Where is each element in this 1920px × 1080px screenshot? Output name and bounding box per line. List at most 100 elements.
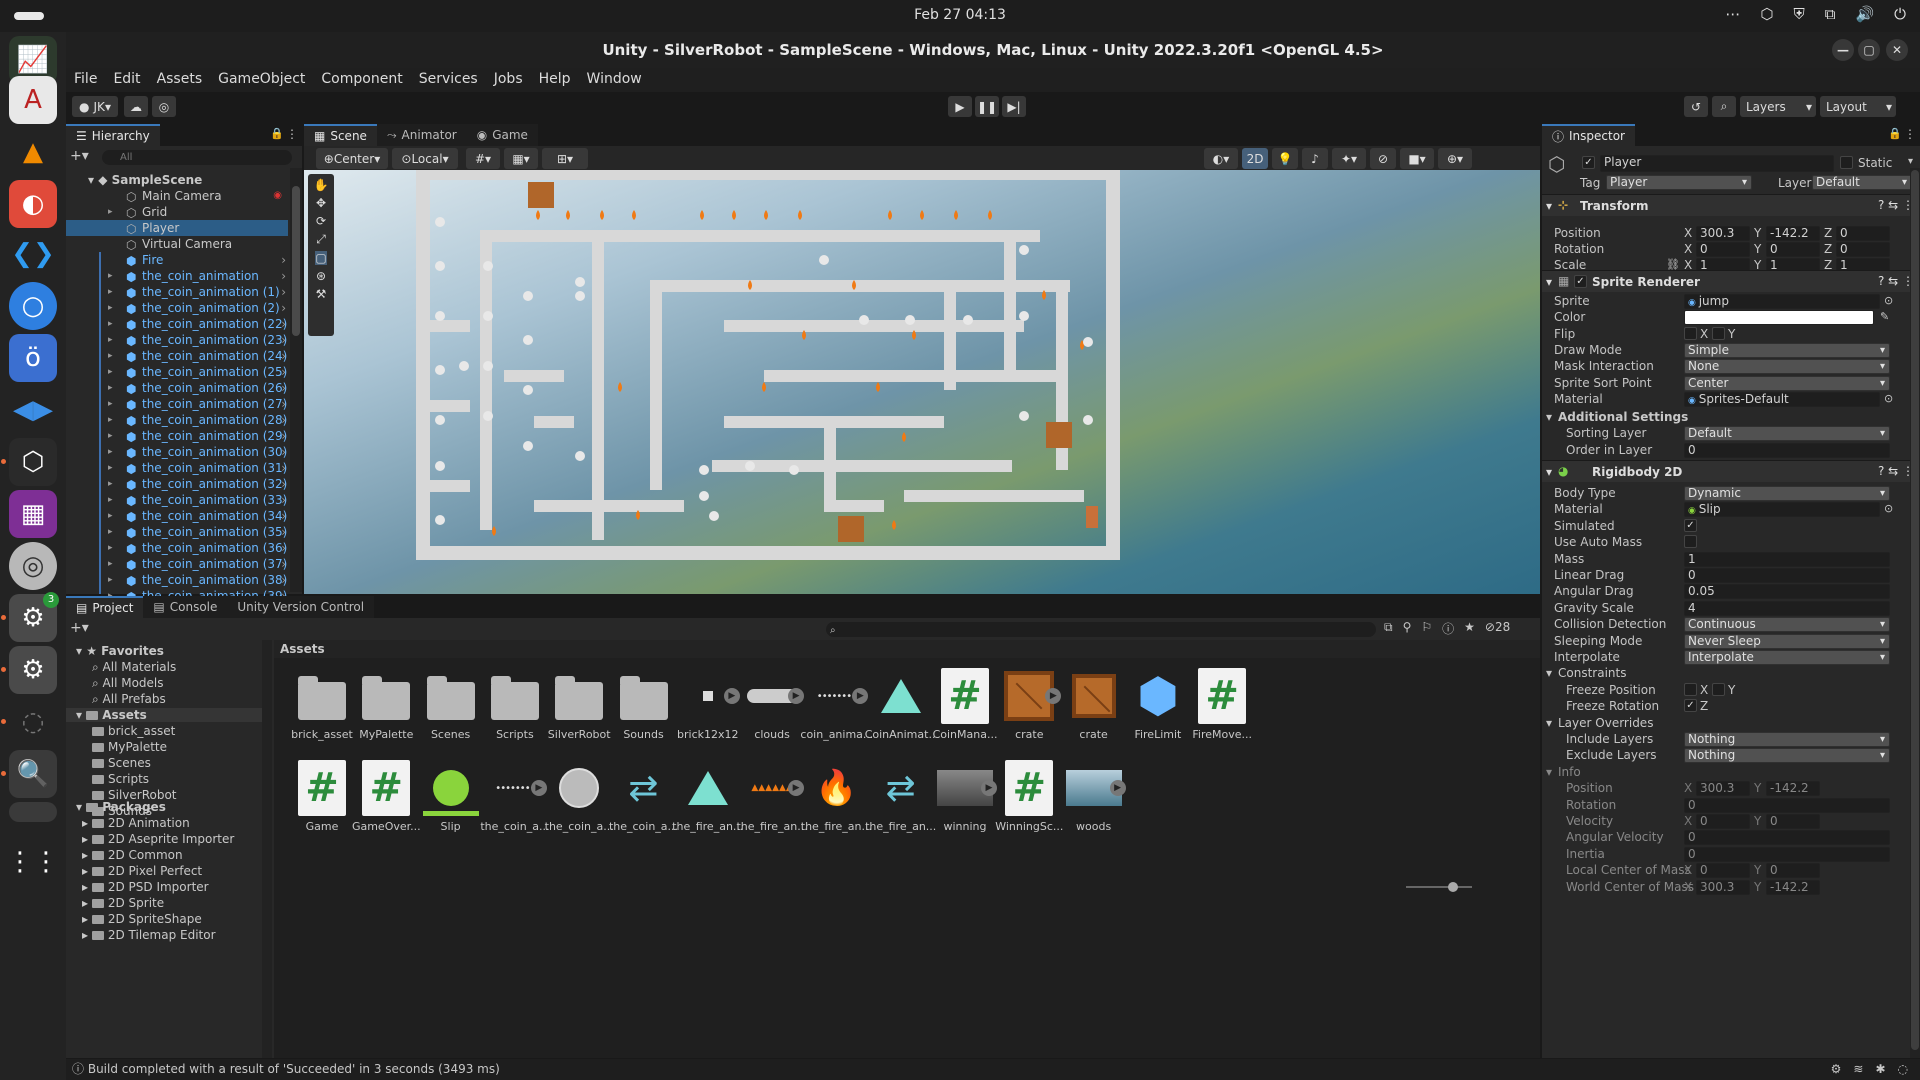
include-layers-dropdown[interactable]: Nothing — [1684, 732, 1890, 747]
favorite-item[interactable]: ⌕ All Models — [92, 676, 164, 691]
open-prefab-icon[interactable]: › — [281, 348, 286, 364]
sprite-renderer-header[interactable]: ▾ ▦ ✓ Sprite Renderer ? ⇆ ⋮ — [1542, 270, 1920, 292]
open-prefab-icon[interactable]: › — [281, 284, 286, 300]
menu-assets[interactable]: Assets — [149, 68, 211, 92]
shading-mode-icon[interactable]: ◐▾ — [1204, 148, 1238, 169]
favorite-item[interactable]: ⌕ All Prefabs — [92, 692, 166, 707]
rigidbody-field[interactable]: 1 — [1684, 551, 1890, 567]
chevron-down-icon[interactable]: ▾ — [1546, 765, 1552, 779]
asset-item[interactable]: ▶ winning — [929, 760, 1001, 842]
asset-item[interactable]: ▶ brick12x12 — [672, 668, 744, 750]
hidden-objects-icon[interactable]: ⊘ — [1370, 148, 1396, 169]
chevron-down-icon[interactable]: ▾ — [1546, 666, 1552, 680]
hand-tool-icon[interactable]: ✋ — [314, 178, 329, 192]
arrows-app-icon[interactable]: ◀▶ — [9, 386, 57, 434]
transform-tool-icon[interactable]: ⊛ — [316, 269, 326, 283]
vlc-icon[interactable]: ▲ — [9, 128, 57, 176]
info-foldout[interactable]: Info — [1558, 765, 1581, 779]
rigidbody-header[interactable]: ▾ ◕ Rigidbody 2D ? ⇆ ⋮ — [1542, 460, 1920, 482]
asset-folder-item[interactable]: brick_asset — [92, 724, 175, 738]
audio-icon[interactable]: ♪ — [1302, 148, 1328, 169]
play-icon[interactable]: ▶ — [1109, 780, 1126, 796]
expand-arrow-icon[interactable]: ▸ — [82, 832, 92, 846]
zoom-slider-thumb[interactable] — [1448, 882, 1458, 892]
sprite-renderer-field[interactable]: Center — [1684, 375, 1890, 391]
asset-item[interactable]: # GameOver... — [350, 760, 422, 842]
tab-game[interactable]: ◉ Game — [466, 124, 538, 146]
expand-arrow-icon[interactable]: ▸ — [108, 204, 113, 220]
sprite-renderer-field[interactable]: Simple — [1684, 342, 1890, 358]
open-prefab-icon[interactable]: › — [281, 508, 286, 524]
expand-arrow-icon[interactable]: ▸ — [108, 412, 113, 428]
asset-folder-item[interactable]: MyPalette — [92, 740, 167, 754]
package-item[interactable]: ▸ 2D Tilemap Editor — [82, 928, 216, 942]
vscode-icon[interactable]: ❮❯ — [9, 230, 57, 278]
expand-arrow-icon[interactable]: ▸ — [108, 524, 113, 540]
asset-item[interactable]: # CoinMana... — [929, 668, 1001, 750]
open-prefab-icon[interactable]: › — [281, 300, 286, 316]
hierarchy-item[interactable]: ▸ ⬡ Grid — [66, 204, 288, 220]
close-icon[interactable]: ✕ — [1886, 39, 1908, 61]
status-message[interactable]: Build completed with a result of 'Succee… — [88, 1062, 500, 1076]
rigidbody-field[interactable]: 0.05 — [1684, 584, 1890, 600]
favorite-icon[interactable]: ★ — [1464, 620, 1475, 637]
open-prefab-icon[interactable]: › — [281, 252, 286, 268]
asset-item[interactable]: # FireMove... — [1186, 668, 1258, 750]
toggle-2d-button[interactable]: 2D — [1242, 148, 1268, 169]
asset-item[interactable]: ▲▲▲▲▲▲ ▶ the_fire_an... — [736, 760, 808, 842]
language-tool-icon[interactable]: ö — [9, 334, 57, 382]
chevron-down-icon[interactable]: ▾ — [1546, 716, 1552, 730]
favorite-item[interactable]: ⌕ All Materials — [92, 660, 176, 675]
expand-arrow-icon[interactable]: ▸ — [108, 348, 113, 364]
tab-version-control[interactable]: Unity Version Control — [227, 596, 375, 618]
expand-arrow-icon[interactable]: ▸ — [108, 396, 113, 412]
expand-arrow-icon[interactable]: ▸ — [108, 316, 113, 332]
hierarchy-item[interactable]: ⬡ Player — [66, 220, 288, 236]
scene-viewport[interactable] — [304, 170, 1540, 594]
tab-animator[interactable]: ⤳ Animator — [376, 124, 467, 146]
maximize-icon[interactable]: ▢ — [1858, 39, 1880, 61]
favorites-header[interactable]: ▾ ★ Favorites — [76, 644, 164, 658]
expand-arrow-icon[interactable]: ▸ — [108, 460, 113, 476]
tab-scene[interactable]: ▦ Scene — [304, 124, 377, 146]
asset-item[interactable]: ▶ woods — [1058, 760, 1130, 842]
snap-increment-icon[interactable]: ⊞▾ — [542, 148, 588, 169]
package-item[interactable]: ▸ 2D Common — [82, 848, 183, 862]
expand-arrow-icon[interactable]: ▸ — [82, 928, 92, 942]
asset-item[interactable]: # Game — [286, 760, 358, 842]
rect-tool-icon[interactable]: ▢ — [315, 251, 327, 265]
debug-icon[interactable]: ⚙ — [1831, 1059, 1842, 1080]
object-picker-icon[interactable]: ⊙ — [1884, 294, 1893, 307]
menu-services[interactable]: Services — [411, 68, 486, 92]
open-prefab-icon[interactable]: › — [281, 476, 286, 492]
asset-item[interactable]: Slip — [415, 760, 487, 842]
disk-icon[interactable]: ◎ — [9, 542, 57, 590]
rigidbody-field[interactable]: Interpolate — [1684, 650, 1890, 665]
move-tool-icon[interactable]: ✥ — [316, 196, 326, 210]
expand-arrow-icon[interactable]: ▸ — [108, 492, 113, 508]
search-icon[interactable]: ⌕ — [1712, 96, 1736, 117]
flip-x-checkbox[interactable] — [1684, 326, 1697, 340]
volume-icon[interactable]: 🔊 — [1855, 5, 1874, 23]
expand-arrow-icon[interactable]: ▸ — [82, 848, 92, 862]
expand-arrow-icon[interactable]: ▸ — [108, 572, 113, 588]
breadcrumb[interactable]: Assets — [274, 640, 1540, 658]
asset-item[interactable]: ▶ crate — [993, 668, 1065, 750]
camera-icon[interactable]: ■▾ — [1400, 148, 1434, 169]
asset-folder-item[interactable]: Scenes — [92, 756, 151, 770]
expand-arrow-icon[interactable]: ▸ — [108, 380, 113, 396]
zoom-slider[interactable] — [1406, 882, 1472, 892]
expand-arrow-icon[interactable]: ▸ — [82, 880, 92, 894]
object-name-field[interactable]: Player — [1600, 155, 1834, 172]
active-checkbox[interactable]: ✓ — [1582, 156, 1595, 169]
tab-inspector[interactable]: ⓘ Inspector — [1542, 124, 1635, 146]
menu-window[interactable]: Window — [579, 68, 650, 92]
expand-arrow-icon[interactable]: ▸ — [108, 268, 113, 284]
constraints-foldout[interactable]: Constraints — [1558, 666, 1626, 680]
cloud-icon[interactable]: ☁ — [124, 96, 148, 117]
unity-icon[interactable]: ⬡ — [1, 438, 57, 486]
open-prefab-icon[interactable]: › — [281, 572, 286, 588]
assets-header[interactable]: ▾ Assets — [66, 708, 266, 722]
layer-overrides-foldout[interactable]: Layer Overrides — [1558, 716, 1653, 730]
open-prefab-icon[interactable]: › — [281, 316, 286, 332]
